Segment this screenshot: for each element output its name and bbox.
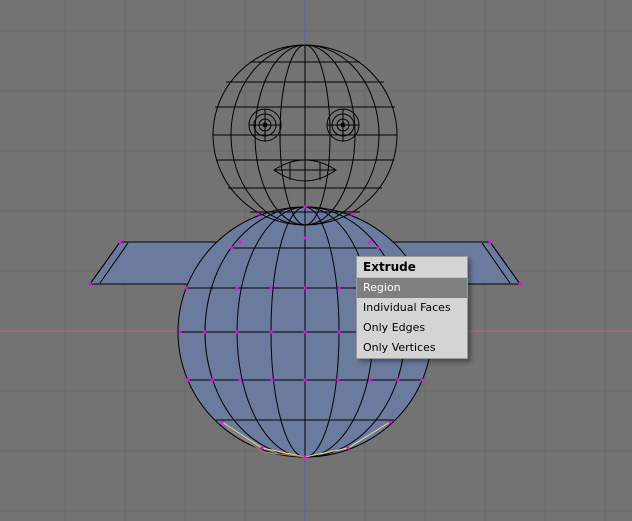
extrude-region-item[interactable]: Region	[357, 278, 467, 298]
viewport-canvas[interactable]	[0, 0, 632, 521]
vertex-dot[interactable]	[350, 212, 354, 216]
vertex-dot[interactable]	[269, 330, 273, 334]
vertex-dot[interactable]	[337, 330, 341, 334]
vertex-dot[interactable]	[346, 446, 350, 450]
vertex-dot[interactable]	[303, 236, 307, 240]
vertex-dot[interactable]	[235, 286, 239, 290]
vertex-dot[interactable]	[303, 455, 307, 459]
extrude-menu-title: Extrude	[357, 257, 467, 278]
vertex-dot[interactable]	[118, 240, 122, 244]
vertex-dot[interactable]	[230, 246, 234, 250]
vertex-dot[interactable]	[238, 378, 242, 382]
penguin-head	[212, 44, 398, 226]
vertex-dot[interactable]	[270, 378, 274, 382]
vertex-dot[interactable]	[303, 205, 307, 209]
vertex-dot[interactable]	[178, 330, 182, 334]
vertex-dot[interactable]	[518, 282, 522, 286]
vertex-dot[interactable]	[303, 378, 307, 382]
vertex-dot[interactable]	[238, 240, 242, 244]
vertex-dot[interactable]	[368, 378, 372, 382]
vertex-dot[interactable]	[368, 240, 372, 244]
vertex-dot[interactable]	[269, 286, 273, 290]
extrude-only-vertices-item[interactable]: Only Vertices	[357, 338, 467, 358]
vertex-dot[interactable]	[235, 330, 239, 334]
vertex-dot[interactable]	[186, 378, 190, 382]
3d-viewport[interactable]: Extrude Region Individual Faces Only Edg…	[0, 0, 632, 521]
extrude-individual-faces-item[interactable]: Individual Faces	[357, 298, 467, 318]
vertex-dot[interactable]	[337, 286, 341, 290]
vertex-dot[interactable]	[376, 246, 380, 250]
vertex-dot[interactable]	[396, 378, 400, 382]
vertex-dot[interactable]	[256, 212, 260, 216]
penguin-eyes	[248, 108, 360, 142]
vertex-dot[interactable]	[203, 330, 207, 334]
vertex-dot[interactable]	[303, 330, 307, 334]
vertex-dot[interactable]	[220, 420, 224, 424]
vertex-dot[interactable]	[184, 286, 188, 290]
vertex-dot[interactable]	[88, 282, 92, 286]
vertex-dot[interactable]	[303, 286, 307, 290]
vertex-dot[interactable]	[488, 240, 492, 244]
extrude-menu: Extrude Region Individual Faces Only Edg…	[356, 256, 468, 359]
vertex-dot[interactable]	[336, 378, 340, 382]
vertex-dot[interactable]	[260, 446, 264, 450]
vertex-dot[interactable]	[388, 420, 392, 424]
vertex-dot[interactable]	[420, 378, 424, 382]
extrude-only-edges-item[interactable]: Only Edges	[357, 318, 467, 338]
vertex-dot[interactable]	[210, 378, 214, 382]
